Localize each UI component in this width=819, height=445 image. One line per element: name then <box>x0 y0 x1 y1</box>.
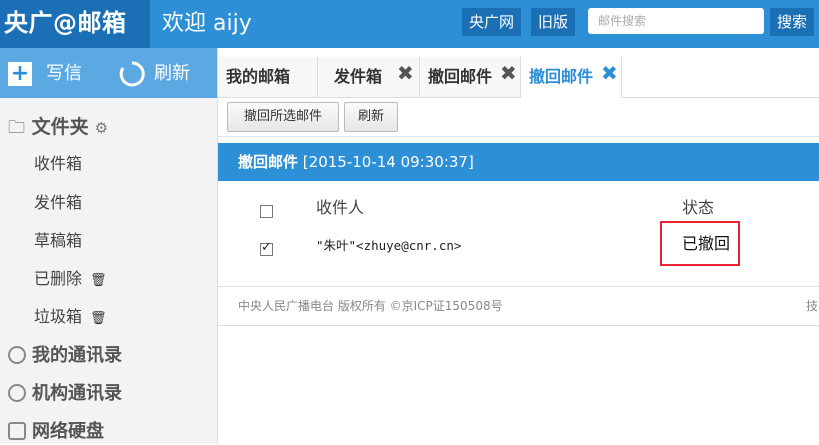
tab-label: 撤回邮件 <box>428 67 493 86</box>
footer-divider <box>218 286 819 287</box>
sidebar-refresh-button[interactable]: 刷新 <box>118 60 190 88</box>
folders-header[interactable]: 🗀 文件夹 ⚙ <box>8 114 108 141</box>
close-icon[interactable]: ✖ <box>601 53 618 93</box>
footer-right-text: 技 <box>806 299 819 313</box>
folders-title: 文件夹 <box>31 116 89 138</box>
app-logo[interactable]: 央广@邮箱 <box>0 0 150 48</box>
tab-recall-mail[interactable]: 撤回邮件 ✖ <box>420 57 521 97</box>
sidebar-item-label: 垃圾箱 <box>34 307 83 326</box>
tab-my-mailbox[interactable]: 我的邮箱 <box>218 57 318 97</box>
write-label: 写信 <box>46 63 82 84</box>
trash-icon[interactable]: 🗑 <box>90 307 107 331</box>
cnr-link-button[interactable]: 央广网 <box>462 8 522 36</box>
sidebar-item-inbox[interactable]: 收件箱 <box>34 152 82 176</box>
refresh-icon <box>119 61 145 87</box>
sidebar-section-my-contacts[interactable]: 我的通讯录 <box>8 343 122 369</box>
write-button[interactable]: + 写信 <box>8 62 82 86</box>
sidebar-item-label: 已删除 <box>34 269 83 288</box>
recipient-address: "朱叶"<zhuye@cnr.cn> <box>316 238 462 253</box>
close-icon[interactable]: ✖ <box>397 53 414 93</box>
footer-divider-bottom <box>218 325 819 326</box>
select-all-checkbox[interactable] <box>260 205 273 218</box>
contact-icon <box>8 346 26 364</box>
status-text: 已撤回 <box>682 234 731 253</box>
tab-recall-mail-active[interactable]: 撤回邮件 ✖ <box>521 57 622 98</box>
sidebar-item-spam[interactable]: 垃圾箱 🗑 <box>34 305 107 331</box>
top-bar: 央广@邮箱 欢迎 aijy 央广网 旧版 搜索 <box>0 0 819 48</box>
recall-title: 撤回邮件 <box>238 153 299 171</box>
refresh-label: 刷新 <box>154 63 190 84</box>
status-cell: 已撤回 <box>660 221 740 266</box>
footer-copyright: 中央人民广播电台 版权所有 ©京ICP证150508号 <box>238 299 503 313</box>
plus-icon: + <box>8 62 32 86</box>
organization-icon <box>8 384 26 402</box>
divider <box>218 136 819 137</box>
mail-search-input[interactable] <box>588 8 764 34</box>
gear-icon[interactable]: ⚙ <box>95 119 108 137</box>
recall-timestamp: [2015-10-14 09:30:37] <box>302 153 474 171</box>
old-version-button[interactable]: 旧版 <box>531 8 576 36</box>
sidebar-item-drafts[interactable]: 草稿箱 <box>34 229 82 253</box>
sidebar-item-sent[interactable]: 发件箱 <box>34 191 82 215</box>
row-checkbox[interactable] <box>260 240 273 256</box>
column-header-recipient: 收件人 <box>316 198 365 217</box>
section-label: 我的通讯录 <box>32 345 122 366</box>
column-header-status: 状态 <box>682 198 715 217</box>
search-button[interactable]: 搜索 <box>770 8 815 36</box>
folder-icon: 🗀 <box>8 118 25 138</box>
disk-icon <box>8 422 26 440</box>
tab-bar: 我的邮箱 发件箱 ✖ 撤回邮件 ✖ 撤回邮件 ✖ <box>218 57 819 98</box>
trash-icon[interactable]: 🗑 <box>90 269 107 293</box>
recall-selected-button[interactable]: 撤回所选邮件 <box>227 102 339 132</box>
tab-sent[interactable]: 发件箱 ✖ <box>318 57 420 97</box>
tab-label: 发件箱 <box>334 67 383 86</box>
tab-label: 撤回邮件 <box>529 67 594 86</box>
refresh-button[interactable]: 刷新 <box>344 102 398 132</box>
recall-header-bar: 撤回邮件 [2015-10-14 09:30:37] <box>218 143 819 181</box>
welcome-text: 欢迎 aijy <box>162 11 252 36</box>
section-label: 网络硬盘 <box>32 421 104 442</box>
close-icon[interactable]: ✖ <box>500 53 517 93</box>
sidebar-section-org-contacts[interactable]: 机构通讯录 <box>8 381 122 407</box>
section-label: 机构通讯录 <box>32 383 122 404</box>
sidebar-section-net-disk[interactable]: 网络硬盘 <box>8 419 104 445</box>
sidebar-item-deleted[interactable]: 已删除 🗑 <box>34 267 107 293</box>
recipient-cell: "朱叶"<zhuye@cnr.cn> <box>316 236 461 256</box>
